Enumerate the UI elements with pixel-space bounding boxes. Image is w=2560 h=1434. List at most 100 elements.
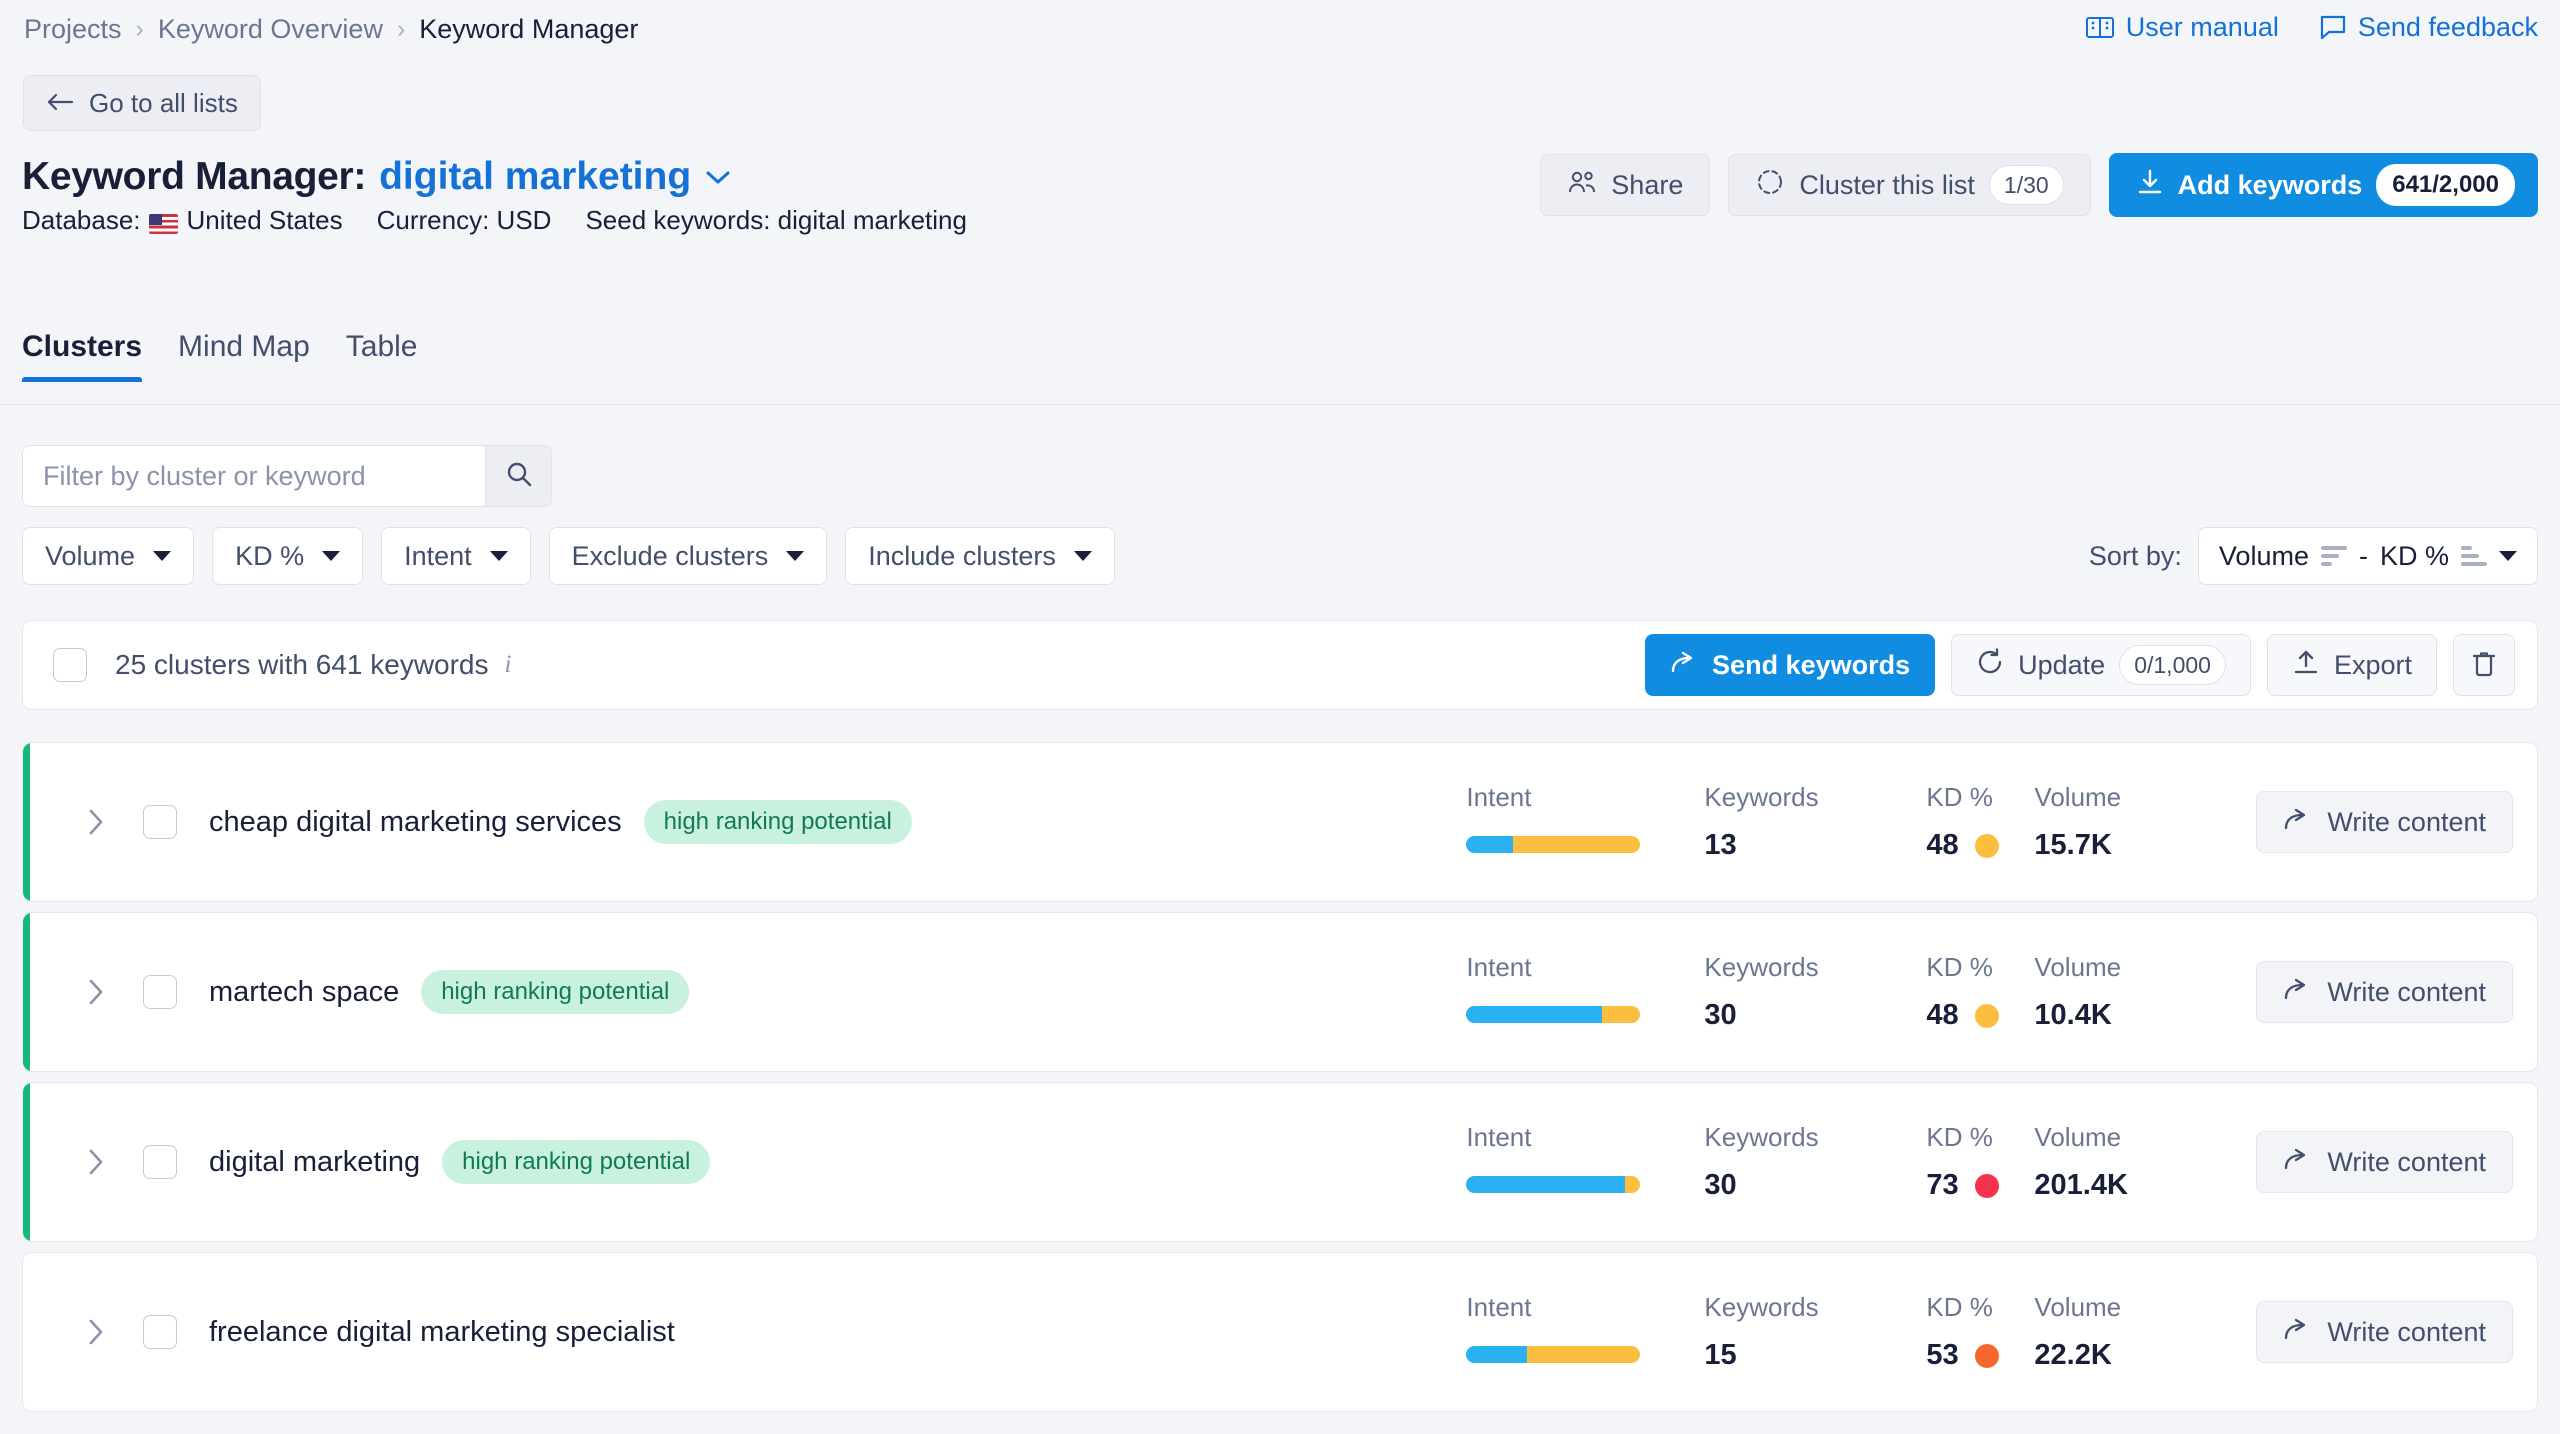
- write-content-button[interactable]: Write content: [2256, 961, 2513, 1023]
- chevron-down-icon[interactable]: [705, 169, 731, 190]
- seed-keywords-info: Seed keywords: digital marketing: [585, 205, 967, 235]
- metric-keywords-label: Keywords: [1704, 782, 1819, 812]
- go-to-all-lists-button[interactable]: Go to all lists: [23, 75, 261, 131]
- clusters-list: cheap digital marketing services high ra…: [22, 742, 2538, 1422]
- database-label: Database:: [22, 205, 141, 235]
- filter-buttons: Volume KD % Intent Exclude clusters Incl…: [22, 527, 1115, 585]
- page-title-keyword[interactable]: digital marketing: [379, 155, 691, 199]
- metric-volume: Volume 15.7K: [2034, 782, 2214, 862]
- metric-volume-value: 10.4K: [2034, 999, 2112, 1031]
- write-content-button[interactable]: Write content: [2256, 791, 2513, 853]
- status-badge: high ranking potential: [421, 970, 690, 1014]
- share-label: Share: [1611, 169, 1684, 200]
- metric-volume: Volume 22.2K: [2034, 1292, 2214, 1372]
- search-input[interactable]: [23, 446, 485, 506]
- filter-volume-label: Volume: [45, 540, 136, 571]
- filter-kd-button[interactable]: KD %: [212, 527, 364, 585]
- row-checkbox[interactable]: [143, 1145, 177, 1179]
- metric-volume-label: Volume: [2034, 1292, 2122, 1322]
- write-content-label: Write content: [2327, 1316, 2486, 1347]
- expand-row-chevron-right-icon[interactable]: [83, 977, 109, 1007]
- table-row[interactable]: cheap digital marketing services high ra…: [22, 742, 2538, 902]
- metric-kd-value-wrap: 48: [1926, 999, 2034, 1032]
- write-content-button[interactable]: Write content: [2256, 1131, 2513, 1193]
- delete-button[interactable]: [2453, 634, 2515, 696]
- send-feedback-label: Send feedback: [2357, 12, 2538, 42]
- metric-keywords-value: 13: [1704, 829, 1737, 861]
- metric-kd: KD % 53: [1926, 1292, 2034, 1372]
- update-label: Update: [2018, 649, 2106, 680]
- filter-volume-button[interactable]: Volume: [22, 527, 195, 585]
- metric-volume-label: Volume: [2034, 782, 2122, 812]
- filter-exclude-clusters-label: Exclude clusters: [571, 540, 769, 571]
- expand-row-chevron-right-icon[interactable]: [83, 807, 109, 837]
- trash-icon: [2471, 650, 2497, 681]
- breadcrumb-item-keyword-overview[interactable]: Keyword Overview: [158, 14, 383, 45]
- breadcrumb-item-keyword-manager: Keyword Manager: [419, 14, 639, 44]
- tab-table[interactable]: Table: [346, 330, 418, 382]
- keyword-manager-page: Projects › Keyword Overview › Keyword Ma…: [0, 0, 2560, 1434]
- filter-intent-button[interactable]: Intent: [381, 527, 531, 585]
- metric-kd-value: 53: [1926, 1339, 1959, 1371]
- cluster-this-list-button[interactable]: Cluster this list 1/30: [1728, 154, 2091, 216]
- sort-by-button[interactable]: Volume - KD %: [2197, 527, 2538, 585]
- go-to-all-lists-label: Go to all lists: [89, 87, 238, 118]
- row-checkbox[interactable]: [143, 1315, 177, 1349]
- write-content-button[interactable]: Write content: [2256, 1301, 2513, 1363]
- row-accent-bar: [23, 743, 30, 901]
- metric-volume-value: 15.7K: [2034, 829, 2112, 861]
- table-row[interactable]: freelance digital marketing specialist I…: [22, 1252, 2538, 1412]
- metric-keywords-value: 15: [1704, 1339, 1737, 1371]
- filter-intent-label: Intent: [404, 540, 472, 571]
- intent-bar: [1466, 1006, 1641, 1023]
- filter-exclude-clusters-button[interactable]: Exclude clusters: [548, 527, 828, 585]
- row-checkbox[interactable]: [143, 975, 177, 1009]
- clusters-summary: 25 clusters with 641 keywords: [115, 649, 489, 680]
- send-feedback-link[interactable]: Send feedback: [2319, 12, 2538, 43]
- row-checkbox[interactable]: [143, 805, 177, 839]
- info-icon[interactable]: i: [505, 651, 512, 679]
- export-button[interactable]: Export: [2266, 634, 2437, 696]
- update-button[interactable]: Update 0/1,000: [1951, 634, 2251, 696]
- kd-status-dot: [1974, 1343, 1999, 1368]
- row-metrics: Intent Keywords 30 KD % 48 Volume 10.4K …: [1466, 952, 2537, 1032]
- metric-kd-value: 73: [1926, 1169, 1959, 1201]
- intent-segment-informational: [1466, 836, 1514, 853]
- chevron-down-icon: [153, 551, 172, 561]
- sort-separator: -: [2358, 540, 2368, 571]
- export-label: Export: [2333, 649, 2412, 680]
- kd-status-dot: [1974, 833, 1999, 858]
- metric-kd-value-wrap: 53: [1926, 1339, 2034, 1372]
- select-all-checkbox[interactable]: [53, 648, 87, 682]
- tabs-divider: [0, 404, 2560, 405]
- list-toolbar: 25 clusters with 641 keywords i Send key…: [22, 620, 2538, 710]
- metric-intent-label: Intent: [1466, 1292, 1532, 1322]
- sort-descending-icon: [2320, 546, 2347, 566]
- expand-row-chevron-right-icon[interactable]: [83, 1147, 109, 1177]
- filter-include-clusters-button[interactable]: Include clusters: [845, 527, 1115, 585]
- tab-mind-map[interactable]: Mind Map: [178, 330, 310, 382]
- user-manual-label: User manual: [2125, 12, 2279, 42]
- status-badge: high ranking potential: [442, 1140, 711, 1184]
- sort-value-kd: KD %: [2379, 540, 2449, 571]
- tab-clusters[interactable]: Clusters: [22, 330, 143, 382]
- table-row[interactable]: martech space high ranking potential Int…: [22, 912, 2538, 1072]
- cluster-name: freelance digital marketing specialist: [209, 1315, 675, 1348]
- table-row[interactable]: digital marketing high ranking potential…: [22, 1082, 2538, 1242]
- breadcrumb-item-projects[interactable]: Projects: [24, 14, 122, 45]
- database-info: Database: United States: [22, 205, 343, 236]
- intent-segment-informational: [1466, 1006, 1603, 1023]
- currency-info: Currency: USD: [376, 205, 552, 235]
- share-button[interactable]: Share: [1540, 154, 1711, 216]
- search-button[interactable]: [485, 446, 551, 506]
- user-manual-link[interactable]: User manual: [2085, 12, 2279, 43]
- kd-status-dot: [1974, 1173, 1999, 1198]
- send-keywords-button[interactable]: Send keywords: [1645, 634, 1936, 696]
- add-keywords-button[interactable]: Add keywords 641/2,000: [2108, 153, 2538, 217]
- download-icon: [2136, 168, 2164, 203]
- share-arrow-icon: [2283, 807, 2311, 838]
- metric-intent: Intent: [1466, 952, 1704, 1023]
- metric-keywords-label: Keywords: [1704, 952, 1819, 982]
- page-title: Keyword Manager: digital marketing: [22, 155, 731, 199]
- expand-row-chevron-right-icon[interactable]: [83, 1317, 109, 1347]
